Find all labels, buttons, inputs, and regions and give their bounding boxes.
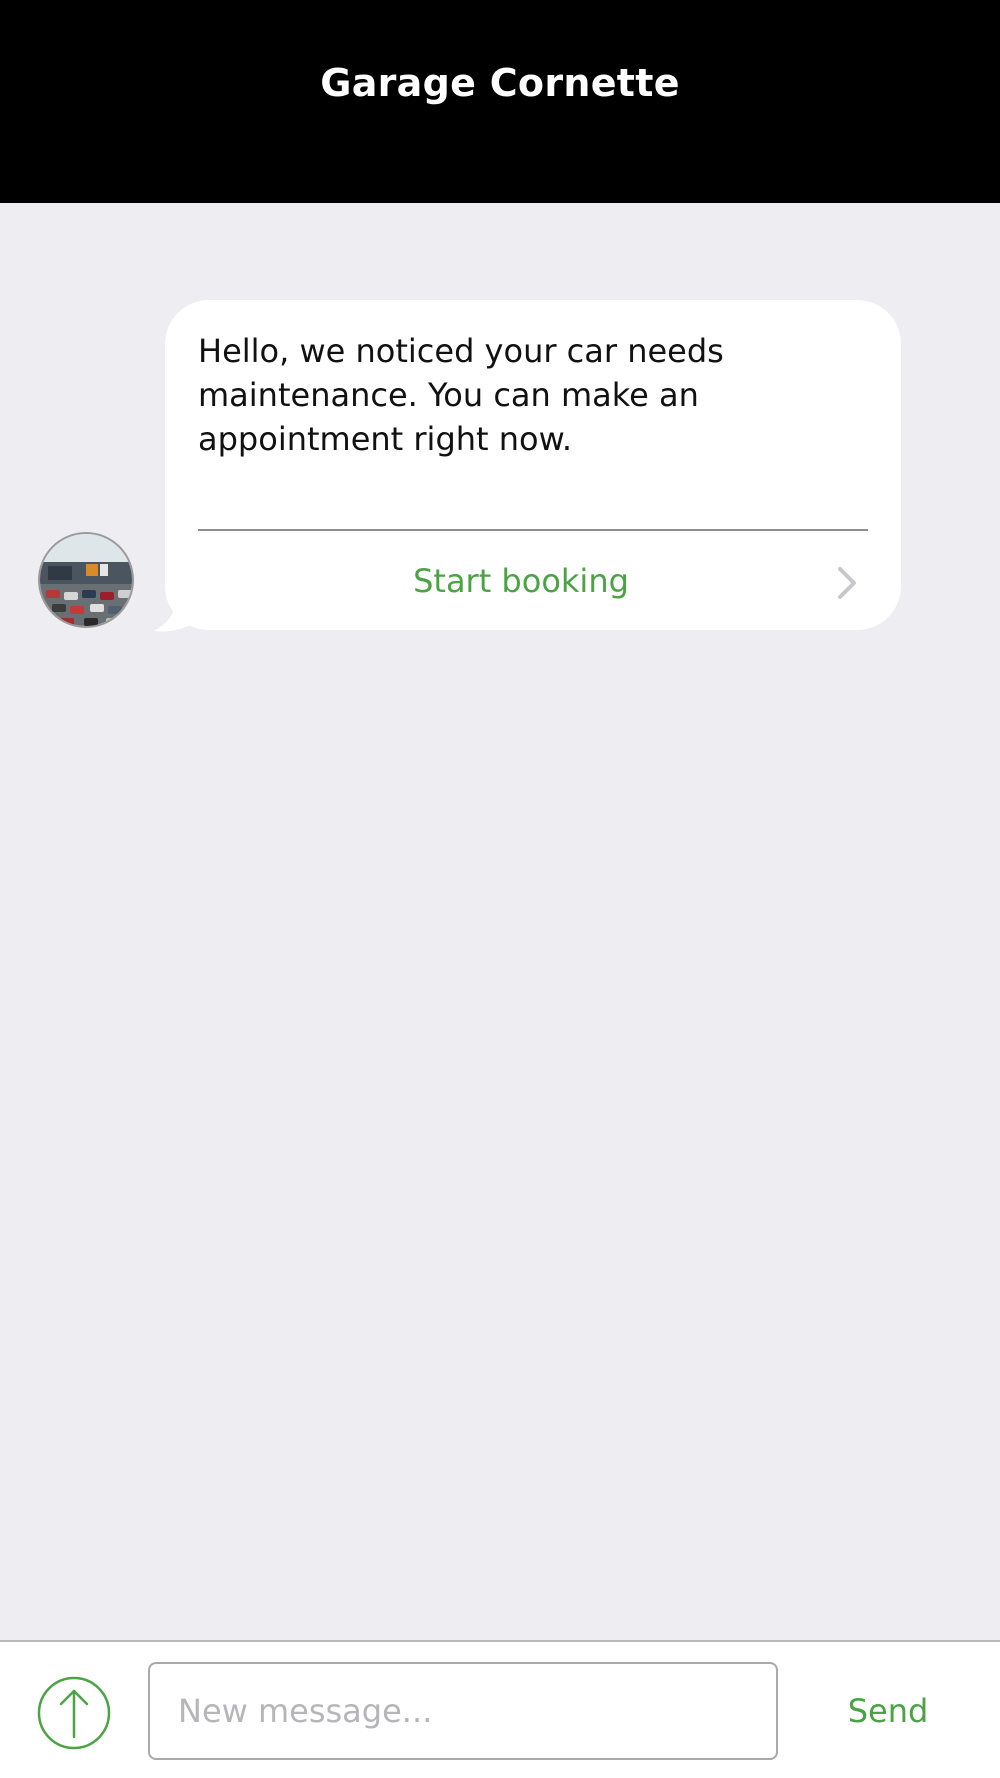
garage-photo-avatar-icon (40, 534, 132, 626)
garage-avatar (38, 532, 134, 628)
page-title: Garage Cornette (320, 61, 680, 105)
start-booking-label: Start booking (413, 561, 629, 600)
send-button[interactable]: Send (808, 1662, 968, 1760)
message-input[interactable] (148, 1662, 778, 1760)
chevron-right-icon (838, 567, 856, 599)
message-list[interactable]: Hello, we noticed your car needs mainten… (0, 203, 1000, 1640)
start-booking-button[interactable]: Start booking (198, 531, 868, 630)
message-bubble: Hello, we noticed your car needs mainten… (165, 300, 901, 630)
app-header: Garage Cornette (0, 0, 1000, 203)
chat-screen: Garage Cornette Hello, we noticed your c… (0, 0, 1000, 1778)
message-composer: Send (0, 1640, 1000, 1778)
arrow-up-circle-icon[interactable] (36, 1675, 112, 1751)
message-text: Hello, we noticed your car needs mainten… (198, 332, 724, 458)
